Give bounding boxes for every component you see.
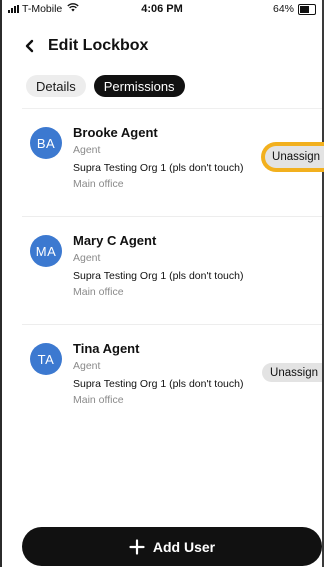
page-title: Edit Lockbox [48,37,149,54]
device-frame-left [0,0,2,567]
unassign-button[interactable]: Unassign [261,142,324,172]
add-user-button[interactable]: Add User [22,527,322,566]
tab-details[interactable]: Details [26,75,86,97]
user-role: Agent [73,360,101,372]
user-list: BA Brooke Agent Agent Supra Testing Org … [22,109,324,432]
status-right: 64% [273,3,316,15]
add-user-label: Add User [152,538,216,555]
user-info: Tina Agent Agent Supra Testing Org 1 (pl… [73,341,244,407]
user-info: Mary C Agent Agent Supra Testing Org 1 (… [73,233,244,299]
user-org: Supra Testing Org 1 (pls don't touch) [73,270,244,282]
chevron-left-icon[interactable] [24,35,46,57]
header: Edit Lockbox [24,34,314,58]
tab-permissions[interactable]: Permissions [93,75,185,97]
battery-icon [298,3,316,15]
tab-bar: Details Permissions [26,75,185,97]
user-info: Brooke Agent Agent Supra Testing Org 1 (… [73,125,244,191]
user-role: Agent [73,144,101,156]
user-office: Main office [73,178,124,190]
user-org: Supra Testing Org 1 (pls don't touch) [73,162,244,174]
plus-icon [129,538,145,555]
user-office: Main office [73,394,124,406]
list-item: TA Tina Agent Agent Supra Testing Org 1 … [22,325,322,432]
list-item: MA Mary C Agent Agent Supra Testing Org … [22,217,322,325]
battery-percent: 64% [272,3,294,15]
user-role: Agent [73,252,101,264]
user-name: Tina Agent [73,341,140,356]
user-name: Mary C Agent [73,233,157,248]
status-bar: T-Mobile 4:06 PM 64% [0,0,324,18]
battery-fill [300,5,309,13]
avatar: TA [30,343,62,375]
avatar: MA [30,235,62,267]
avatar: BA [30,127,62,159]
user-org: Supra Testing Org 1 (pls don't touch) [73,378,244,390]
user-name: Brooke Agent [73,125,158,140]
user-office: Main office [73,286,124,298]
list-item: BA Brooke Agent Agent Supra Testing Org … [22,109,324,217]
unassign-button[interactable]: Unassign [262,363,322,382]
